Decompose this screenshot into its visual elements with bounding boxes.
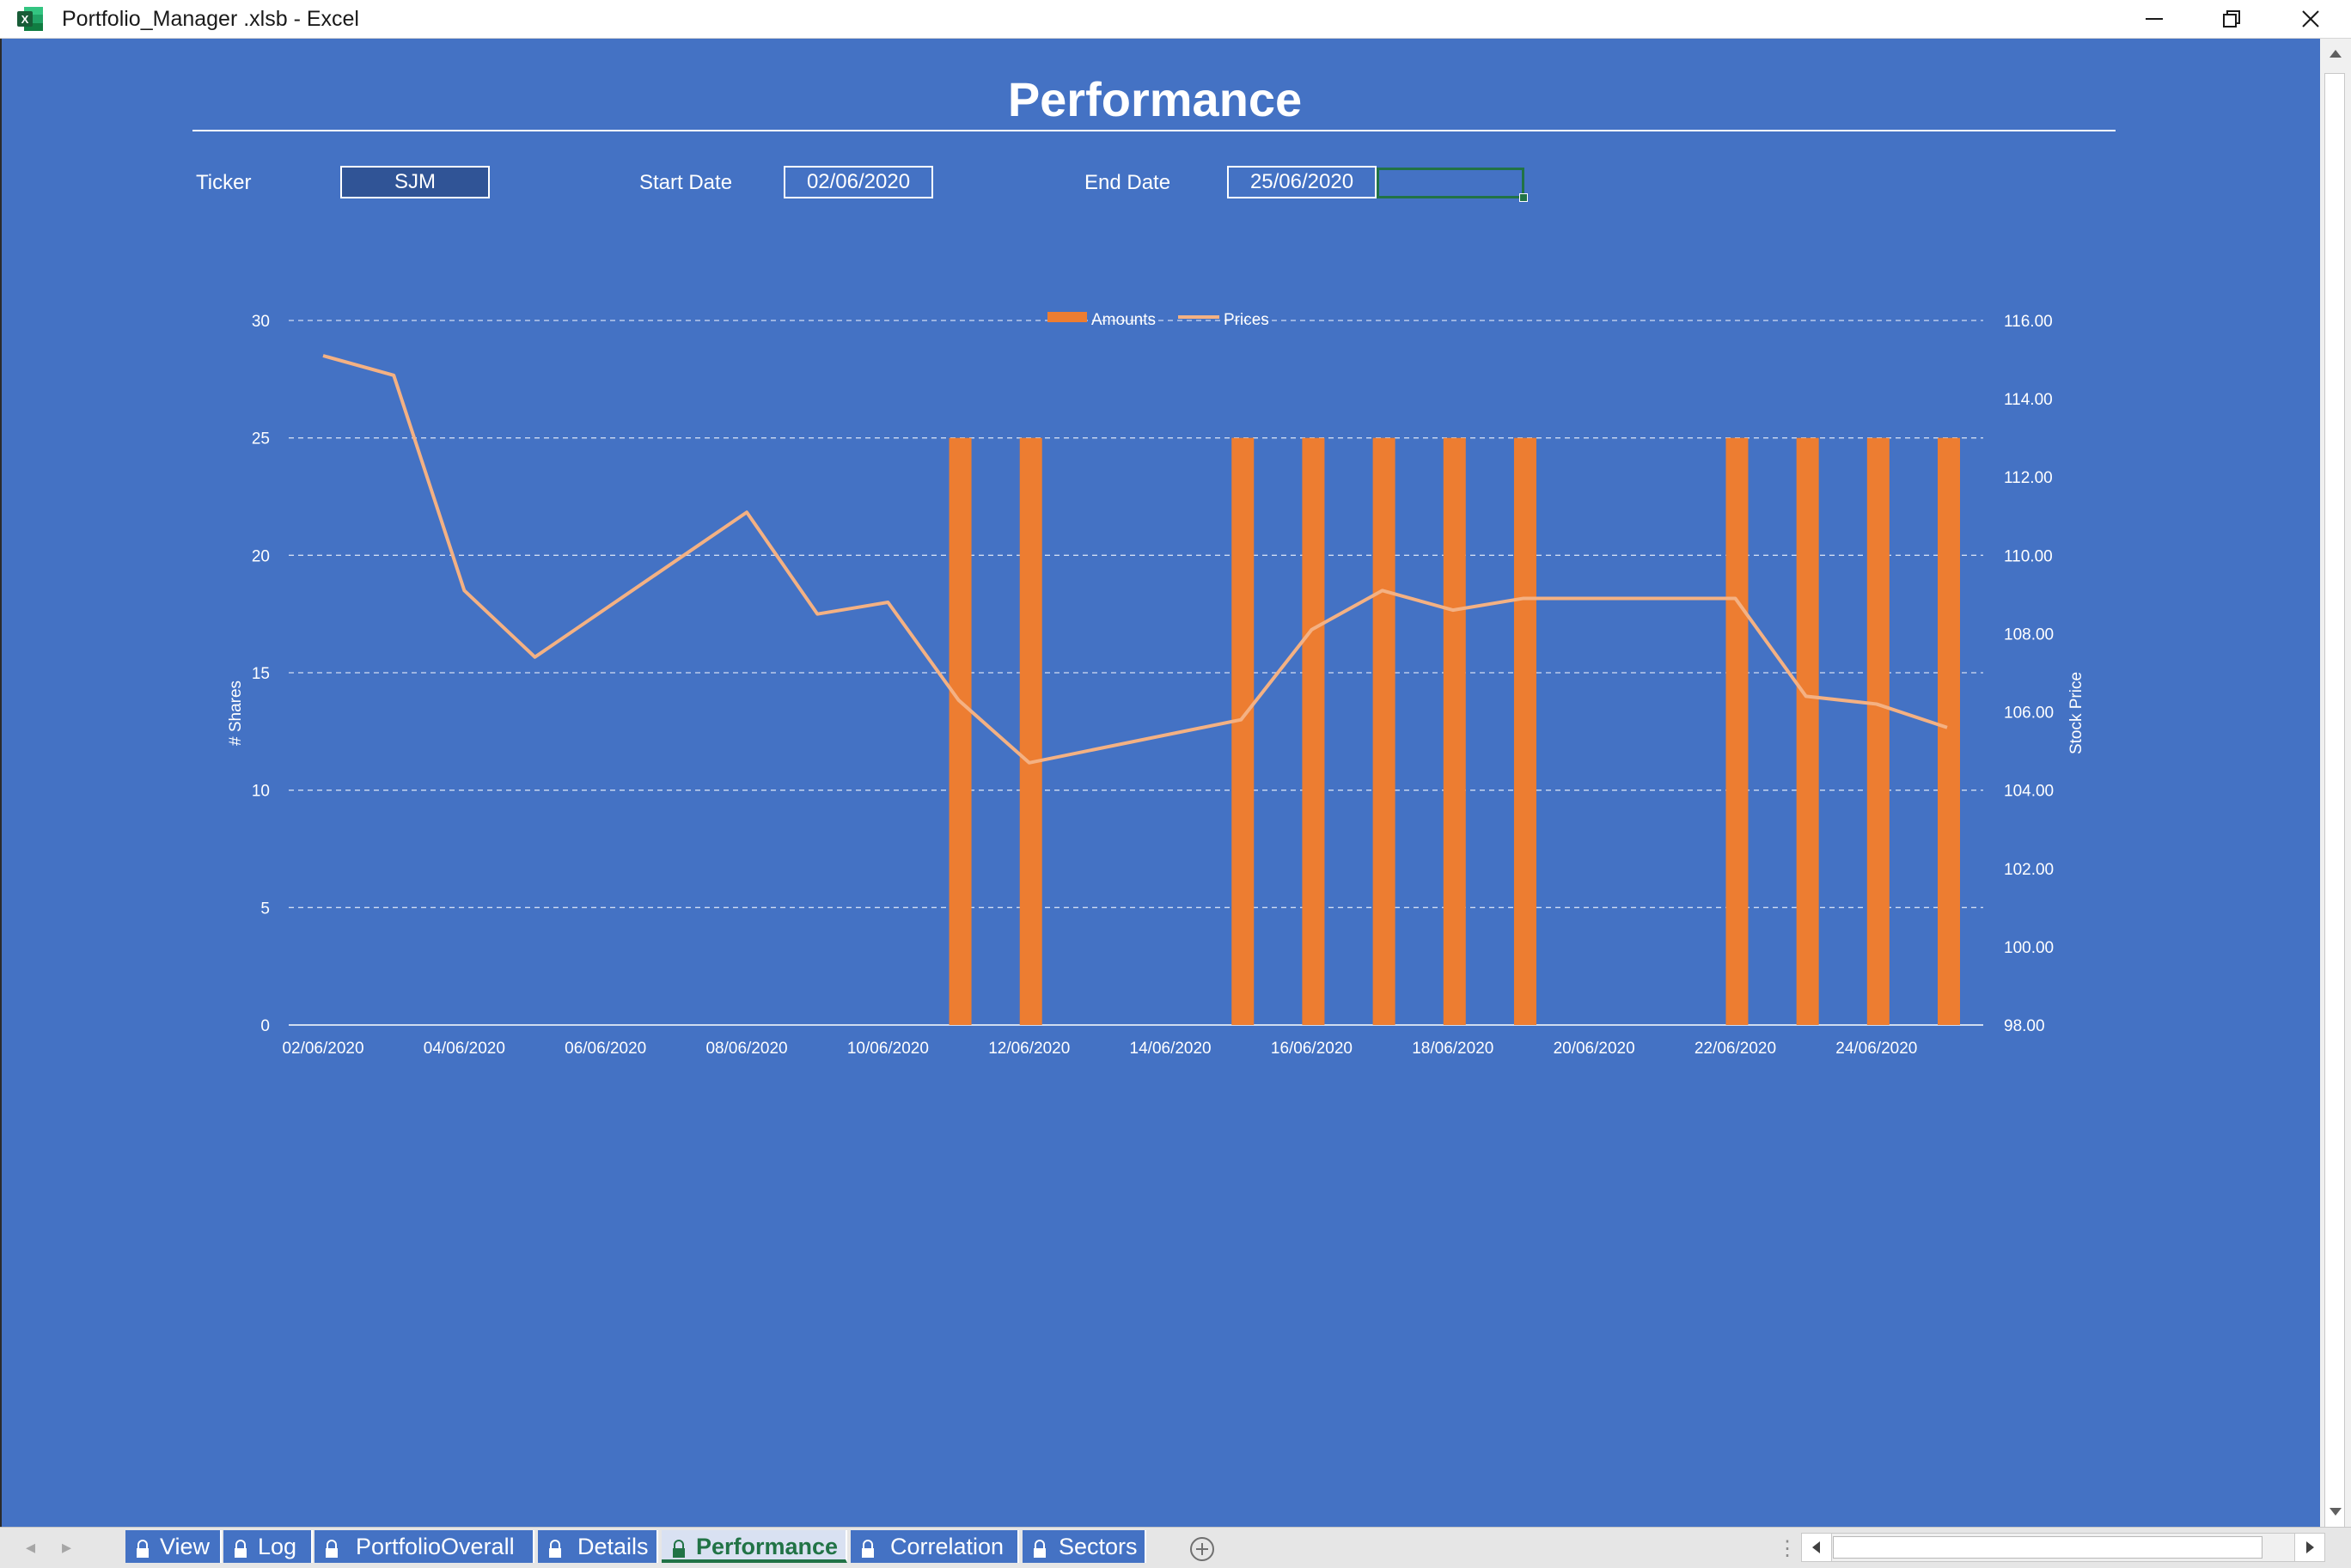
y-tick-label: 25: [252, 430, 270, 448]
lock-icon: [232, 1535, 249, 1568]
bar: [1513, 437, 1536, 1026]
x-tick-label: 02/06/2020: [282, 1040, 363, 1058]
y2-axis-title: Stock Price: [2067, 672, 2085, 754]
chevron-right-icon: [2306, 1541, 2314, 1553]
bar: [1302, 437, 1325, 1026]
chevron-left-icon: [1812, 1541, 1820, 1553]
worksheet[interactable]: Performance Ticker SJM Start Date 02/06/…: [0, 39, 2320, 1527]
tab-correlation[interactable]: Correlation: [851, 1530, 1019, 1563]
lock-icon: [323, 1535, 340, 1568]
legend-swatch-amounts: [1047, 312, 1087, 322]
bar: [1019, 437, 1042, 1026]
y-tick-label: 10: [252, 783, 270, 801]
lock-icon: [547, 1535, 564, 1568]
tab-log[interactable]: Log: [223, 1530, 313, 1563]
x-tick-label: 22/06/2020: [1695, 1040, 1776, 1058]
tab-label: View: [160, 1534, 211, 1559]
tab-label: Details: [577, 1534, 649, 1559]
bar: [1796, 437, 1819, 1026]
x-tick-label: 14/06/2020: [1130, 1040, 1212, 1058]
tab-label: Sectors: [1059, 1534, 1138, 1559]
scroll-right-button[interactable]: [2294, 1534, 2324, 1561]
prev-sheet-button[interactable]: ◂: [26, 1536, 35, 1559]
tab-label: PortfolioOverall: [356, 1534, 515, 1559]
restore-button[interactable]: [2193, 0, 2270, 38]
x-tick-label: 10/06/2020: [847, 1040, 929, 1058]
vertical-scroll-thumb[interactable]: [2324, 73, 2345, 1551]
scroll-down-button[interactable]: [2320, 1496, 2351, 1527]
bar: [1443, 437, 1466, 1026]
x-tick-label: 16/06/2020: [1271, 1040, 1353, 1058]
scroll-up-button[interactable]: [2320, 39, 2351, 70]
tab-label: Correlation: [890, 1534, 1005, 1559]
y-tick-label: 20: [252, 547, 270, 565]
y-tick-label: 5: [260, 900, 270, 918]
restore-icon: [2223, 10, 2240, 27]
tab-label: Log: [258, 1534, 297, 1559]
y2-tick-label: 110.00: [2004, 547, 2053, 565]
bar: [949, 437, 972, 1026]
window-title: Portfolio_Manager .xlsb - Excel: [62, 7, 359, 31]
chevron-up-icon: [2330, 50, 2342, 58]
y2-tick-label: 112.00: [2004, 469, 2053, 487]
tab-view[interactable]: View: [125, 1530, 222, 1563]
y2-tick-label: 100.00: [2004, 939, 2054, 957]
x-tick-label: 08/06/2020: [705, 1040, 787, 1058]
x-tick-label: 24/06/2020: [1835, 1040, 1917, 1058]
tab-portfoliooverall[interactable]: PortfolioOverall: [314, 1530, 534, 1563]
minimize-icon: [2146, 18, 2163, 20]
tab-details[interactable]: Details: [538, 1530, 658, 1563]
close-button[interactable]: [2272, 0, 2349, 38]
bar: [1372, 437, 1395, 1026]
bar: [1725, 437, 1749, 1026]
plus-circle-icon: [1190, 1537, 1214, 1561]
y-tick-label: 0: [260, 1017, 270, 1035]
tab-performance[interactable]: Performance: [662, 1530, 847, 1563]
horizontal-scrollbar[interactable]: [1801, 1533, 2325, 1562]
y-axis-title: # Shares: [227, 680, 245, 746]
add-sheet-button[interactable]: [1189, 1536, 1215, 1562]
y2-tick-label: 108.00: [2004, 625, 2054, 644]
excel-icon: X: [15, 5, 45, 33]
legend-label-prices: Prices: [1224, 311, 1269, 329]
next-sheet-button[interactable]: ▸: [62, 1536, 71, 1559]
price-line: [322, 354, 1948, 765]
y-tick-label: 30: [252, 313, 270, 331]
bar: [1231, 437, 1255, 1026]
y2-tick-label: 116.00: [2004, 313, 2053, 331]
y2-tick-label: 98.00: [2004, 1017, 2045, 1035]
lock-icon: [859, 1535, 876, 1568]
tab-label: Performance: [696, 1534, 839, 1559]
sheet-tab-bar: ◂ ▸ View Log PortfolioOverall Details Pe…: [0, 1527, 2351, 1568]
x-tick-label: 12/06/2020: [988, 1040, 1070, 1058]
y2-tick-label: 104.00: [2004, 783, 2054, 801]
title-bar: X Portfolio_Manager .xlsb - Excel: [0, 0, 2351, 39]
lock-icon: [670, 1535, 687, 1568]
x-tick-label: 20/06/2020: [1554, 1040, 1635, 1058]
svg-text:X: X: [21, 13, 29, 26]
performance-chart: 0 5 10 15 20 25 30 98.00 100.00 102.00 104.00 106.0…: [227, 311, 2085, 1058]
bar: [1938, 437, 1960, 1026]
x-tick-label: 18/06/2020: [1412, 1040, 1493, 1058]
minimize-button[interactable]: [2116, 0, 2193, 38]
tab-sectors[interactable]: Sectors: [1023, 1530, 1146, 1563]
chevron-down-icon: [2330, 1508, 2342, 1516]
legend-label-amounts: Amounts: [1091, 311, 1156, 329]
y2-tick-label: 114.00: [2004, 391, 2053, 409]
y2-tick-label: 102.00: [2004, 861, 2054, 879]
y2-tick-label: 106.00: [2004, 705, 2054, 723]
lock-icon: [134, 1535, 151, 1568]
lock-icon: [1031, 1535, 1048, 1568]
x-tick-label: 04/06/2020: [424, 1040, 505, 1058]
bar: [1866, 437, 1890, 1026]
vertical-scrollbar[interactable]: [2320, 39, 2351, 1551]
x-tick-label: 06/06/2020: [565, 1040, 646, 1058]
close-icon: [2302, 10, 2319, 27]
tab-split-handle[interactable]: ⋮: [1777, 1536, 1798, 1561]
scroll-left-button[interactable]: [1802, 1534, 1832, 1561]
horizontal-scroll-thumb[interactable]: [1833, 1536, 2262, 1559]
y-tick-label: 15: [252, 665, 270, 683]
